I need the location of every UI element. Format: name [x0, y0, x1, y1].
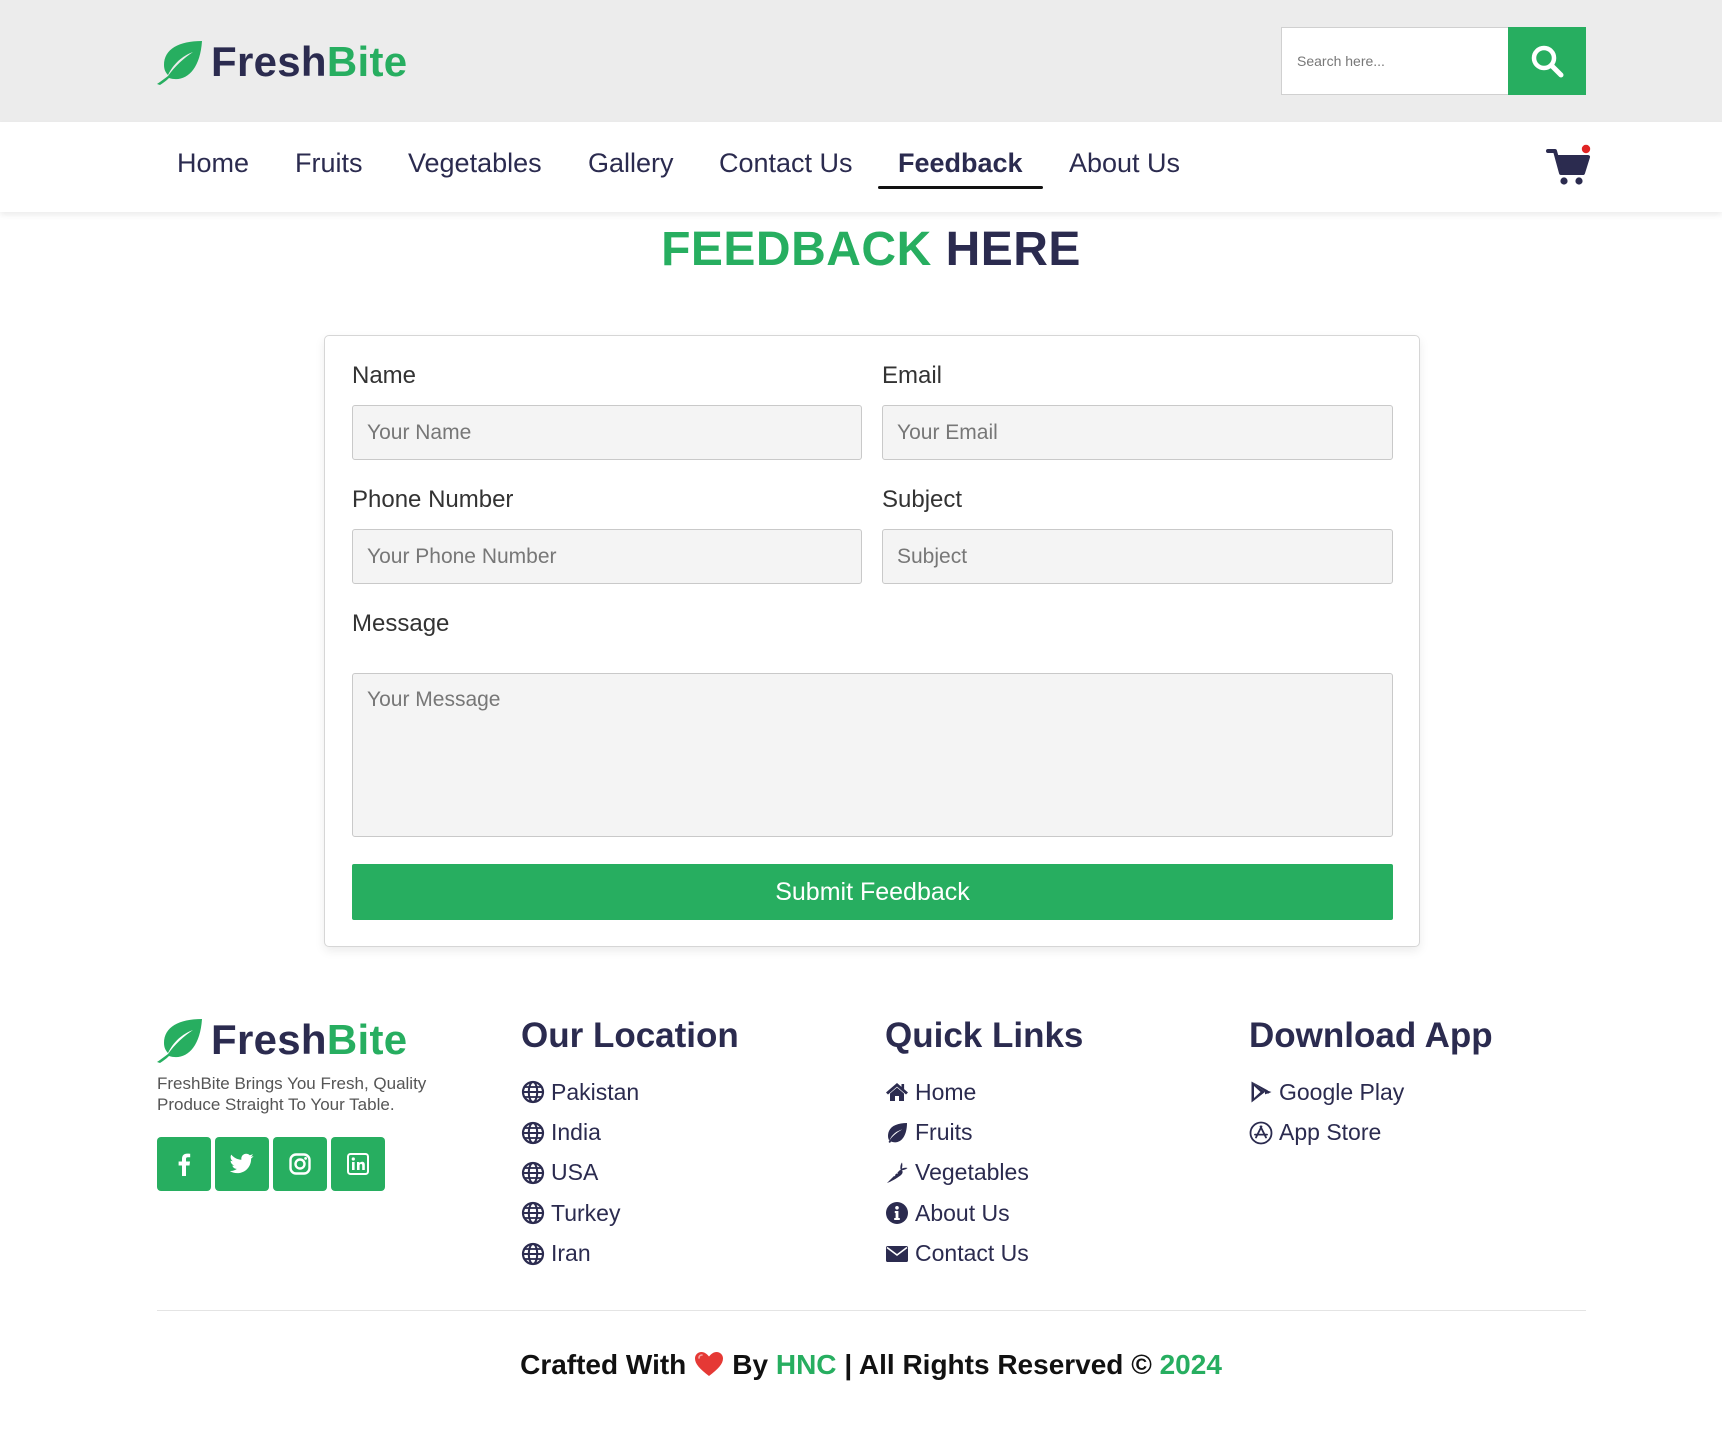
location-item: Turkey [521, 1193, 639, 1233]
google-play-link[interactable]: Google Play [1249, 1072, 1404, 1112]
brand-logo[interactable]: Fresh Bite [155, 38, 407, 86]
info-icon [886, 1202, 908, 1225]
location-title: Our Location [521, 1016, 739, 1055]
quick-link-label: About Us [915, 1199, 1010, 1226]
twitter-icon [230, 1153, 254, 1174]
quick-link-fruits[interactable]: Fruits [885, 1112, 1029, 1152]
nav-contact-us[interactable]: Contact Us [719, 148, 853, 179]
search-input[interactable] [1281, 27, 1508, 95]
nav-feedback[interactable]: Feedback [898, 148, 1023, 179]
cart-icon[interactable] [1546, 144, 1592, 188]
download-label: App Store [1279, 1119, 1382, 1146]
footer-brand-part2: Bite [326, 1016, 408, 1063]
brand-name-part2: Bite [326, 38, 408, 85]
location-label: Iran [551, 1240, 591, 1267]
location-label: India [551, 1119, 601, 1146]
nav-gallery[interactable]: Gallery [588, 148, 674, 179]
quick-link-label: Vegetables [915, 1159, 1029, 1186]
phone-label: Phone Number [352, 486, 514, 513]
download-app-title: Download App [1249, 1016, 1493, 1055]
location-list: Pakistan India USA Turkey Iran [521, 1072, 639, 1274]
globe-icon [521, 1202, 545, 1225]
leaf-logo-icon [157, 41, 202, 85]
location-item: India [521, 1112, 639, 1152]
credit-crafted: Crafted With [520, 1349, 687, 1380]
subject-field[interactable] [882, 529, 1393, 584]
quick-link-vegetables[interactable]: Vegetables [885, 1153, 1029, 1193]
copyright-credit: Crafted With By HNC | All Rights Reserved… [0, 1349, 1722, 1381]
location-item: USA [521, 1153, 639, 1193]
page-title: FEEDBACK HERE [0, 222, 1722, 277]
footer-brand-part1: Fresh [211, 1016, 327, 1063]
nav-about-us[interactable]: About Us [1069, 148, 1180, 179]
nav-fruits[interactable]: Fruits [295, 148, 363, 179]
brand-name-part1: Fresh [211, 38, 327, 85]
app-store-link[interactable]: App Store [1249, 1112, 1404, 1152]
instagram-icon [289, 1153, 311, 1175]
search-bar [1281, 27, 1586, 95]
globe-icon [521, 1242, 545, 1265]
footer-divider [157, 1310, 1586, 1311]
leaf-logo-icon [157, 1019, 202, 1063]
linkedin-icon [347, 1153, 369, 1175]
app-store-icon [1249, 1121, 1273, 1144]
location-label: USA [551, 1159, 599, 1186]
home-icon [886, 1083, 908, 1102]
name-field[interactable] [352, 405, 862, 460]
globe-icon [521, 1121, 545, 1144]
quick-links-list: Home Fruits Vegetables About Us Contact … [885, 1072, 1029, 1274]
name-label: Name [352, 362, 417, 389]
footer-brand-logo[interactable]: Fresh Bite [155, 1016, 407, 1064]
credit-rights: | All Rights Reserved © [844, 1349, 1152, 1380]
quick-links-title: Quick Links [885, 1016, 1084, 1055]
page-title-dark: HERE [945, 223, 1081, 276]
quick-link-label: Contact Us [915, 1240, 1029, 1267]
facebook-button[interactable] [157, 1137, 211, 1191]
google-play-icon [1251, 1081, 1272, 1103]
credit-by: By [732, 1349, 769, 1380]
location-item: Pakistan [521, 1072, 639, 1112]
location-item: Iran [521, 1234, 639, 1274]
download-label: Google Play [1279, 1078, 1405, 1105]
quick-link-about-us[interactable]: About Us [885, 1193, 1029, 1233]
credit-year: 2024 [1159, 1349, 1222, 1380]
message-label: Message [352, 610, 450, 637]
credit-author[interactable]: HNC [776, 1349, 837, 1380]
facebook-icon [178, 1153, 191, 1176]
top-bar: Fresh Bite [0, 0, 1722, 122]
instagram-button[interactable] [273, 1137, 327, 1191]
twitter-button[interactable] [215, 1137, 269, 1191]
page-title-green: FEEDBACK [661, 223, 932, 276]
phone-field[interactable] [352, 529, 862, 584]
feedback-form: Name Email Phone Number Subject Message … [324, 335, 1420, 947]
location-label: Turkey [551, 1199, 621, 1226]
quick-link-contact-us[interactable]: Contact Us [885, 1234, 1029, 1274]
message-field[interactable] [352, 673, 1393, 837]
quick-link-label: Home [915, 1078, 977, 1105]
heart-icon [695, 1352, 724, 1376]
main-nav: Home Fruits Vegetables Gallery Contact U… [0, 122, 1722, 212]
carrot-icon [887, 1162, 908, 1183]
globe-icon [521, 1081, 545, 1104]
active-nav-underline [878, 186, 1043, 189]
search-button[interactable] [1508, 27, 1586, 95]
quick-link-home[interactable]: Home [885, 1072, 1029, 1112]
search-icon [1531, 45, 1564, 78]
quick-link-label: Fruits [915, 1119, 973, 1146]
email-label: Email [882, 362, 943, 389]
cart-notification-dot [1581, 144, 1591, 154]
social-links [157, 1137, 385, 1191]
leaf-icon [888, 1122, 907, 1143]
nav-home[interactable]: Home [177, 148, 249, 179]
globe-icon [521, 1161, 545, 1185]
envelope-icon [886, 1245, 908, 1262]
submit-feedback-button[interactable]: Submit Feedback [352, 864, 1393, 920]
linkedin-button[interactable] [331, 1137, 385, 1191]
nav-vegetables[interactable]: Vegetables [408, 148, 542, 179]
download-list: Google Play App Store [1249, 1072, 1404, 1153]
subject-label: Subject [882, 486, 963, 513]
location-label: Pakistan [551, 1078, 640, 1105]
footer-tagline: FreshBite Brings You Fresh, Quality Prod… [157, 1074, 427, 1114]
email-field[interactable] [882, 405, 1393, 460]
